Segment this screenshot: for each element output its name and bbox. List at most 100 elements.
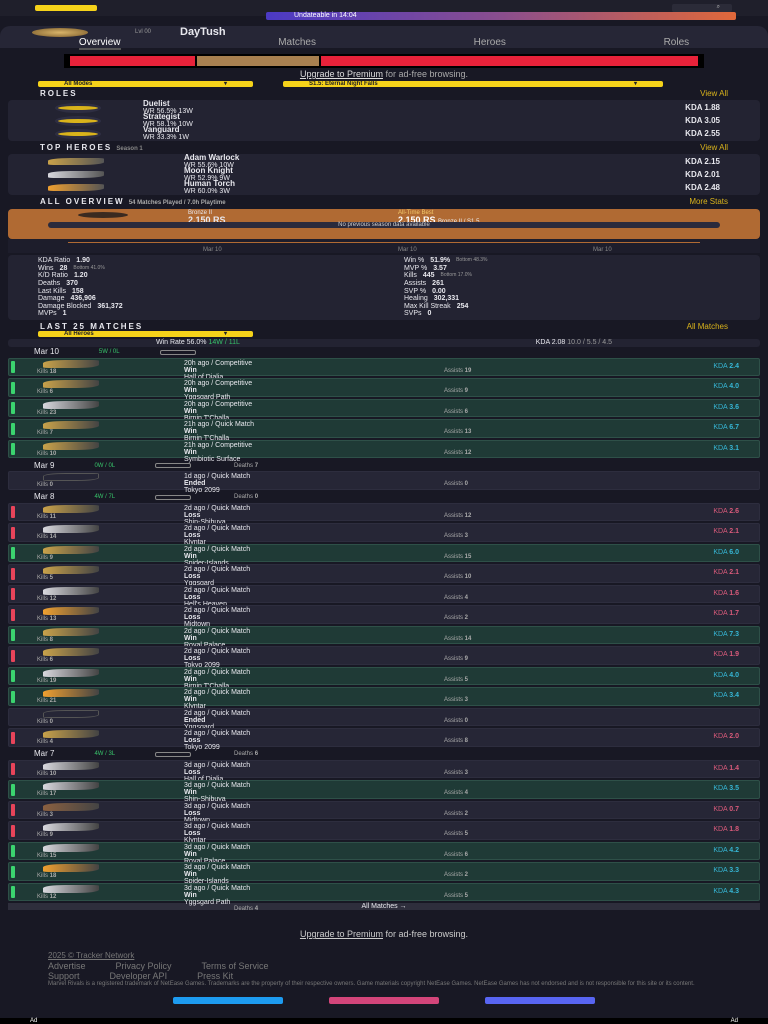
hero-filter-dropdown[interactable]: All Heroes ▾ — [38, 330, 253, 337]
match-result: Loss — [184, 737, 201, 745]
role-row[interactable]: Vanguard WR 33.3% 1W KDA 2.55 — [8, 125, 760, 142]
more-stats-link[interactable]: More Stats — [689, 198, 728, 206]
promo-banner[interactable]: Undateable in 14:04 — [266, 12, 736, 20]
season-dropdown[interactable]: S1.5: Eternal Night Falls ▾ — [283, 81, 663, 87]
match-assists: Assists 4 — [444, 790, 469, 797]
role-title: Vanguard — [143, 125, 180, 134]
footer-link-support[interactable]: Support — [48, 971, 80, 981]
match-list: Mar 10 5W / 0L Kills 18 20h ago / Competiti… — [0, 347, 768, 912]
assists-value: 9 — [464, 388, 469, 395]
match-row[interactable]: Kills 15 3d ago / Quick Match Win Royal Pal… — [8, 841, 760, 871]
match-row[interactable]: Kills 6 2d ago / Quick Match Loss Tokyo 209… — [8, 646, 760, 675]
match-row[interactable]: Kills 4 2d ago / Quick Match Loss Tokyo 209… — [8, 728, 760, 757]
match-kda: KDA 2.6 — [713, 507, 739, 515]
stat-item: Damage Blocked 361,372 — [38, 303, 364, 311]
match-row[interactable]: Kills 142d ago / Quick MatchLossKlyntarD… — [8, 523, 760, 552]
match-row[interactable]: Kills 33d ago / Quick MatchLossMidtownDe… — [8, 800, 760, 830]
assists-value: 3 — [464, 769, 469, 776]
instagram-button[interactable] — [329, 997, 439, 1005]
rank-line — [68, 242, 700, 243]
discord-button[interactable] — [485, 997, 595, 1005]
footer-link-terms[interactable]: Terms of Service — [202, 961, 269, 971]
ad-banner[interactable] — [64, 54, 704, 68]
match-row[interactable]: Kills 8 2d ago / Quick Match Win Royal Pala… — [8, 625, 760, 655]
match-row[interactable]: Kills 23 20h ago / Competitive Win Birnin T… — [8, 398, 760, 428]
match-assists: Assists 5 — [444, 676, 469, 683]
match-group-record: 4W / 7L — [94, 494, 116, 501]
tab-roles[interactable]: Roles — [664, 38, 690, 50]
match-result: Loss — [184, 655, 201, 663]
stat-item: K/D Ratio 1.20 — [38, 272, 364, 280]
footer-link-privacy[interactable]: Privacy Policy — [116, 961, 172, 971]
result-indicator — [11, 886, 15, 898]
deaths-value: 4 — [254, 905, 259, 912]
match-kda: KDA 4.2 — [713, 846, 739, 854]
match-assists: Assists 4 — [444, 594, 469, 601]
upgrade-link[interactable]: Upgrade to Premium — [300, 69, 383, 79]
hero-portrait — [43, 689, 99, 698]
copyright[interactable]: 2025 © Tracker Network — [48, 951, 134, 960]
match-row[interactable]: Kills 132d ago / Quick MatchLossMidtownD… — [8, 605, 760, 634]
footer-link-press[interactable]: Press Kit — [197, 971, 233, 981]
match-row[interactable]: Kills 10 21h ago / Competitive Win Symbioti… — [8, 439, 760, 469]
hero-kda: KDA 2.01 — [685, 169, 720, 179]
kda-value: 2.6 — [729, 507, 739, 515]
kda-value: 1.7 — [729, 610, 739, 618]
filters: All Modes ▾ S1.5: Eternal Night Falls ▾ — [0, 81, 768, 87]
stat-value: 302,331 — [433, 295, 460, 303]
twitter-button[interactable] — [173, 997, 283, 1005]
footer-link-advertise[interactable]: Advertise — [48, 961, 86, 971]
match-row[interactable]: Kills 52d ago / Quick MatchLossYggsgardD… — [8, 564, 760, 593]
all-matches-button[interactable]: All Matches → — [8, 903, 760, 911]
kda-value: 3.4 — [729, 692, 739, 700]
result-indicator — [11, 763, 15, 775]
match-row[interactable]: Kills 10 3d ago / Quick Match Loss Hall of … — [8, 759, 760, 789]
match-row[interactable]: Kills 0 1d ago / Quick Match Ended Tokyo 20… — [8, 471, 760, 500]
overview-title: ALL OVERVIEW — [40, 197, 125, 206]
match-row[interactable]: Kills 6 20h ago / Competitive Win Yggsgard … — [8, 378, 760, 407]
tab-overview[interactable]: Overview — [78, 38, 121, 50]
match-row[interactable]: Kills 19 2d ago / Quick Match Win Birnin T'… — [8, 666, 760, 696]
match-row[interactable]: Kills 18 3d ago / Quick Match Win Spider-Is… — [8, 862, 760, 891]
hero-portrait — [43, 627, 99, 636]
mode-dropdown[interactable]: All Modes ▾ — [38, 81, 253, 87]
kills-value: 0 — [49, 482, 54, 489]
match-time-mode: 2d ago / Quick Match — [184, 607, 251, 615]
assists-value: 0 — [464, 481, 469, 488]
match-row[interactable]: Kills 17 3d ago / Quick Match Win Shin-Shib… — [8, 780, 760, 809]
match-result: Loss — [184, 573, 201, 581]
match-row[interactable]: Kills 7 21h ago / Quick Match Win Birnin T'… — [8, 419, 760, 448]
match-result: Win — [184, 696, 197, 704]
match-time-mode: 3d ago / Quick Match — [184, 761, 251, 769]
tracker-logo[interactable] — [35, 5, 97, 11]
match-map: Yggsgard Path — [184, 898, 231, 906]
all-matches-link[interactable]: All Matches — [687, 322, 728, 331]
tab-matches[interactable]: Matches — [278, 38, 316, 50]
role-icon — [58, 118, 98, 123]
match-row[interactable]: Kills 12 2d ago / Quick Match Loss Hell's H… — [8, 584, 760, 614]
match-row[interactable]: Kills 212d ago / Quick MatchWinKlyntarDe… — [8, 687, 760, 716]
assists-value: 13 — [464, 429, 472, 436]
footer-link-api[interactable]: Developer API — [110, 971, 168, 981]
match-kda: KDA 1.7 — [713, 610, 739, 618]
bottom-ad-left[interactable]: Ad — [30, 1018, 37, 1024]
kills-value: 10 — [49, 770, 57, 777]
match-row[interactable]: Kills 11 2d ago / Quick Match Loss Shin-Shi… — [8, 502, 760, 532]
hero-row[interactable]: Human Torch WR 60.0% 3W KDA 2.48 — [8, 180, 760, 195]
match-row[interactable]: Kills 12 3d ago / Quick Match Win Yggsgard … — [8, 882, 760, 912]
bottom-ad-right[interactable]: Ad — [731, 1018, 738, 1024]
match-row[interactable]: Kills 9 2d ago / Quick Match Win Spider-Isl… — [8, 543, 760, 573]
match-row[interactable]: Kills 93d ago / Quick MatchLossKlyntarDe… — [8, 821, 760, 850]
kills-value: 13 — [49, 616, 57, 623]
tab-heroes[interactable]: Heroes — [474, 38, 506, 50]
heroes-view-all[interactable]: View All — [700, 144, 728, 152]
match-group-record: 5W / 0L — [98, 349, 120, 356]
match-row[interactable]: Kills 0 2d ago / Quick Match Ended Yggsgard… — [8, 707, 760, 737]
assists-value: 10 — [464, 574, 472, 581]
search-button[interactable]: ⌕ — [672, 4, 732, 12]
role-name: Vanguard WR 33.3% 1W — [143, 125, 685, 142]
match-row[interactable]: Kills 18 20h ago / Competitive Win Hall of … — [8, 357, 760, 387]
upgrade-link[interactable]: Upgrade to Premium — [300, 929, 383, 939]
role-icon — [58, 131, 98, 136]
roles-view-all[interactable]: View All — [700, 90, 728, 98]
